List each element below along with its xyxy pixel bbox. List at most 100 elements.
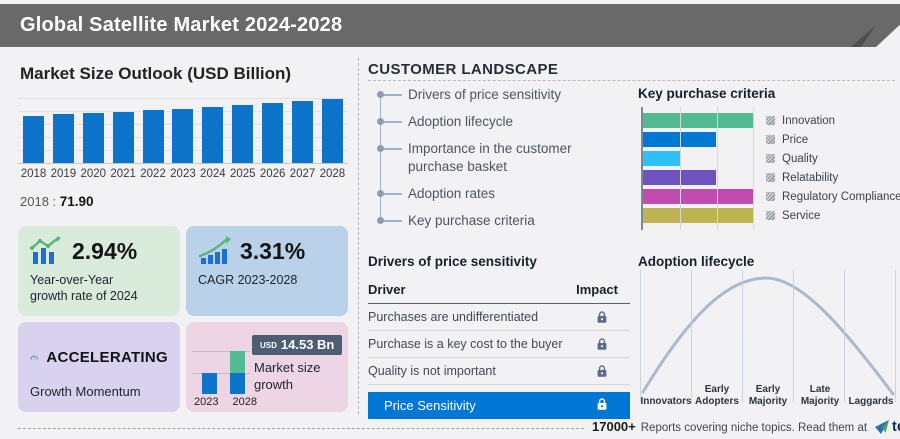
bar-trend-icon [30, 236, 61, 264]
market-size-bar [202, 107, 224, 163]
market-size-x-axis: 2018 2019 2020 2021 2022 2023 2024 2025 2026 2027… [18, 168, 348, 180]
x-axis-label: 2022 [140, 168, 166, 180]
footer: 17000+ Reports covering niche topics. Re… [592, 419, 900, 435]
landscape-list-item: Adoption rates [368, 185, 618, 203]
adoption-lifecycle-chart: Innovators Early Adopters Early Majority La… [640, 268, 896, 410]
lock-icon [597, 311, 607, 323]
driver-row: Quality is not important [368, 358, 630, 385]
driver-row: Purchases are undifferentiated [368, 304, 630, 331]
bullet-connector [384, 148, 402, 150]
technavio-arrow-icon [875, 419, 890, 434]
landscape-item-label: Key purchase criteria [408, 213, 535, 228]
growth-value-badge: USD 14.53 Bn [252, 335, 343, 355]
base-year-label: 2018 : [20, 194, 57, 209]
market-size-bar [262, 103, 284, 163]
legend-label: Relatability [782, 171, 839, 184]
footer-divider [18, 428, 584, 429]
lifecycle-stage-label: Late Majority [800, 384, 840, 407]
growth-momentum-card: ACCELERATING Growth Momentum [18, 322, 180, 412]
legend-label: Service [782, 209, 821, 222]
bullet-dot [377, 91, 384, 98]
landscape-list-item: Drivers of price sensitivity [368, 86, 618, 104]
lifecycle-stage-label: Laggards [848, 396, 894, 407]
section-divider [368, 80, 895, 81]
bar-2023 [202, 373, 217, 394]
bullet-connector [384, 220, 402, 222]
momentum-label: Growth Momentum [30, 384, 141, 399]
market-size-outlook-title: Market Size Outlook (USD Billion) [20, 64, 292, 83]
chart-gridline [844, 270, 845, 402]
legend-label: Innovation [782, 114, 836, 127]
growth-label: Market size growth [254, 359, 320, 393]
x-axis-label: 2028 [319, 168, 346, 180]
chart-gridline [640, 270, 641, 402]
criteria-bar [643, 151, 680, 166]
legend-label: Quality [782, 152, 818, 165]
legend-item: Relatability [766, 170, 900, 185]
legend-swatch-icon [766, 211, 775, 220]
legend-item: Regulatory Compliance [766, 189, 900, 204]
legend-swatch-icon [766, 135, 775, 144]
infographic-page: Global Satellite Market 2024-2028 Market… [0, 0, 900, 439]
x-axis-label: 2026 [259, 168, 286, 180]
bullet-connector [384, 121, 402, 123]
driver-label: Quality is not important [368, 364, 496, 378]
yoy-label: Year-over-Year growth rate of 2024 [30, 272, 168, 304]
legend-item: Quality [766, 151, 900, 166]
market-size-bar [82, 113, 104, 163]
bar-column [319, 99, 346, 163]
adoption-lifecycle-title: Adoption lifecycle [638, 254, 755, 269]
growth-end-year: 2028 [232, 396, 257, 408]
yoy-value: 2.94% [72, 237, 138, 264]
legend-label: Price [782, 133, 809, 146]
bar-column [140, 110, 167, 163]
legend-swatch-icon [766, 116, 775, 125]
lifecycle-stage-label: Early Majority [748, 384, 788, 407]
bar-column [110, 112, 137, 163]
price-sensitivity-title: Drivers of price sensitivity [368, 254, 537, 269]
bullet-dot [377, 217, 384, 224]
table-header: Driver Impact [368, 282, 630, 304]
lock-icon [597, 398, 607, 410]
legend-swatch-icon [766, 192, 775, 201]
landscape-item-label: Drivers of price sensitivity [408, 87, 562, 102]
cagr-card: 3.31% CAGR 2023-2028 [186, 226, 348, 316]
vertical-divider [358, 58, 359, 414]
cagr-value: 3.31% [240, 237, 306, 264]
criteria-bar [643, 113, 753, 128]
chart-gridline [895, 270, 896, 402]
base-year-value: 2018 : 71.90 [20, 194, 94, 209]
technavio-logo[interactable]: technavio™ [875, 419, 900, 435]
lifecycle-stage-label: Early Adopters [695, 384, 739, 407]
speedometer-icon [30, 355, 38, 360]
bar-column [259, 103, 286, 163]
x-axis-label: 2018 [20, 168, 47, 180]
x-axis-label: 2020 [80, 168, 107, 180]
chart-gridline [793, 270, 794, 402]
landscape-list-item: Importance in the customer purchase bask… [368, 140, 618, 176]
landscape-item-label: Adoption lifecycle [408, 114, 514, 129]
x-axis-label: 2027 [289, 168, 316, 180]
growth-label-line1: Market size [254, 360, 321, 375]
x-axis-label: 2019 [50, 168, 77, 180]
customer-landscape-list: Drivers of price sensitivity Adoption lif… [368, 86, 618, 239]
currency-label: USD [260, 341, 277, 350]
criteria-bar [643, 189, 753, 204]
yoy-label-line1: Year-over-Year [30, 273, 114, 287]
growth-arrow-icon [198, 236, 231, 264]
market-size-bar [292, 101, 314, 163]
chart-gridline [680, 107, 681, 230]
key-purchase-criteria-title: Key purchase criteria [638, 86, 776, 101]
bullet-dot [377, 145, 384, 152]
reports-count: 17000+ [592, 419, 636, 434]
growth-value: 14.53 Bn [280, 337, 335, 352]
momentum-value: ACCELERATING [46, 348, 168, 366]
bar-column [199, 107, 226, 163]
bar-column [20, 116, 47, 163]
legend-item: Service [766, 208, 900, 223]
bar-column [229, 105, 256, 163]
driver-label: Purchase is a key cost to the buyer [368, 337, 563, 351]
lock-icon [597, 365, 607, 377]
bar-column [50, 114, 77, 163]
lifecycle-stage-label: Innovators [640, 396, 692, 407]
